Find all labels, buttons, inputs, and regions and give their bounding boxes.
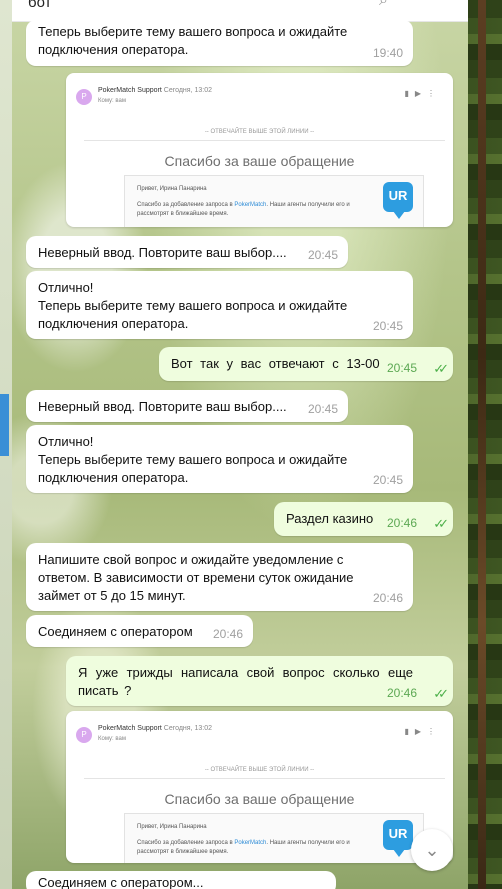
email-action-icons: ▮▶⋮ (404, 727, 441, 736)
message-time: 20:45 (372, 473, 403, 487)
message-text: Соединяем с оператором (38, 624, 193, 639)
email-sender: PokerMatch Support Сегодня, 13:02 (98, 87, 212, 94)
incoming-message: Отлично! Теперь выберите тему вашего воп… (26, 425, 413, 493)
read-check-icon: ✓✓ (433, 516, 449, 531)
email-greeting: Привет, Ирина Панарина (137, 186, 207, 192)
email-action-icons: ▮▶⋮ (404, 89, 441, 98)
desktop-background-edge (468, 0, 502, 889)
avatar: P (76, 727, 92, 743)
message-time: 20:46 (386, 686, 417, 700)
scroll-down-button[interactable]: ⌄ (411, 829, 453, 871)
message-time: 20:45 (372, 319, 403, 333)
incoming-message: Неверный ввод. Повторите ваш выбор.... 2… (26, 390, 348, 422)
email-recipient: Кому: вам (98, 736, 126, 742)
email-heading: Спасибо за ваше обращение (164, 153, 355, 169)
email-body-text: Спасибо за добавление запроса в PokerMat… (137, 840, 350, 855)
message-time: 20:45 (307, 402, 338, 416)
message-text: Теперь выберите тему вашего вопроса и ож… (38, 298, 348, 331)
chat-header: бот ⌕ (12, 0, 468, 22)
message-time: 19:40 (372, 46, 403, 60)
message-time: 20:46 (212, 627, 243, 641)
message-time: 20:46 (386, 516, 417, 530)
message-time: 20:45 (307, 248, 338, 262)
email-screenshot-card[interactable]: P PokerMatch Support Сегодня, 13:02 Кому… (66, 73, 453, 227)
incoming-message: Соединяем с оператором... (26, 871, 336, 889)
email-body-text: Спасибо за добавление запроса в PokerMat… (137, 202, 350, 217)
ur-logo: UR (383, 820, 413, 857)
avatar: P (76, 89, 92, 105)
chat-title: бот (28, 0, 52, 11)
left-panel-highlight (0, 394, 9, 456)
outgoing-message: Я уже трижды написала свой вопрос скольк… (66, 656, 453, 706)
incoming-message: Напишите свой вопрос и ожидайте уведомле… (26, 543, 413, 611)
email-body: Привет, Ирина Панарина Спасибо за добавл… (124, 813, 424, 863)
divider-line (84, 778, 445, 779)
incoming-message: Теперь выберите тему вашего вопроса и ож… (26, 20, 413, 66)
message-text: Соединяем с оператором... (38, 875, 204, 889)
ur-logo: UR (383, 182, 413, 219)
divider-line (84, 140, 445, 141)
search-icon[interactable]: ⌕ (379, 0, 388, 10)
message-time: 20:46 (372, 591, 403, 605)
incoming-message: Неверный ввод. Повторите ваш выбор.... 2… (26, 236, 348, 268)
email-body: Привет, Ирина Панарина Спасибо за добавл… (124, 175, 424, 227)
outgoing-message: Вот так у вас отвечают с 13-00 20:45 ✓✓ (159, 347, 453, 381)
incoming-message: Отлично! Теперь выберите тему вашего воп… (26, 271, 413, 339)
outgoing-message: Раздел казино 20:46 ✓✓ (274, 502, 453, 536)
message-time: 20:45 (386, 361, 417, 375)
email-recipient: Кому: вам (98, 98, 126, 104)
email-screenshot-card[interactable]: P PokerMatch Support Сегодня, 13:02 Кому… (66, 711, 453, 863)
incoming-message: Соединяем с оператором 20:46 (26, 615, 253, 647)
reply-divider: -- ОТВЕЧАЙТЕ ВЫШЕ ЭТОЙ ЛИНИИ -- (204, 129, 315, 135)
message-text: Раздел казино (286, 511, 374, 526)
chevron-down-icon: ⌄ (424, 840, 440, 860)
message-text: Я уже трижды написала свой вопрос скольк… (78, 665, 413, 698)
email-greeting: Привет, Ирина Панарина (137, 824, 207, 830)
message-text: Теперь выберите тему вашего вопроса и ож… (38, 24, 348, 57)
message-text: Теперь выберите тему вашего вопроса и ож… (38, 452, 348, 485)
message-text: Напишите свой вопрос и ожидайте уведомле… (38, 552, 354, 603)
message-text: Неверный ввод. Повторите ваш выбор.... (38, 399, 287, 414)
read-check-icon: ✓✓ (433, 361, 449, 376)
message-text: Отлично! (38, 434, 94, 449)
email-sender: PokerMatch Support Сегодня, 13:02 (98, 725, 212, 732)
read-check-icon: ✓✓ (433, 686, 449, 701)
reply-divider: -- ОТВЕЧАЙТЕ ВЫШЕ ЭТОЙ ЛИНИИ -- (204, 767, 315, 773)
message-text: Отлично! (38, 280, 94, 295)
email-heading: Спасибо за ваше обращение (164, 791, 355, 807)
message-text: Неверный ввод. Повторите ваш выбор.... (38, 245, 287, 260)
